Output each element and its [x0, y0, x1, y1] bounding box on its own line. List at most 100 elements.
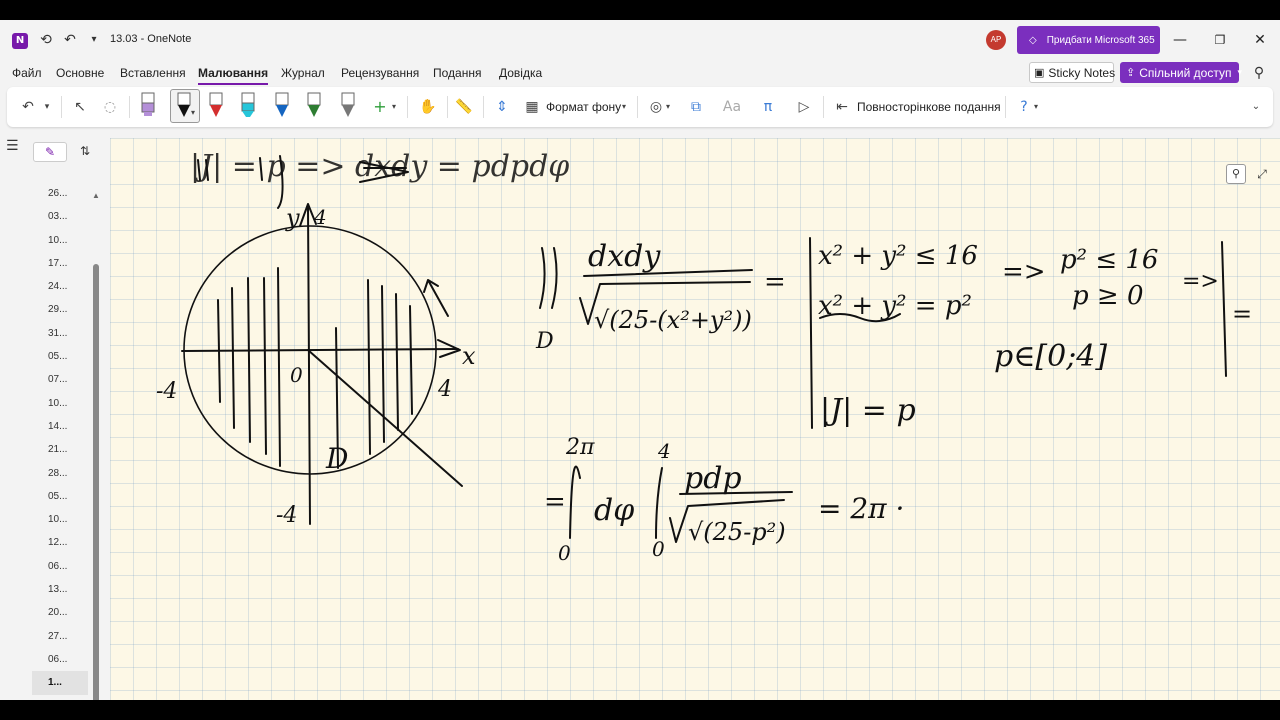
share-label: Спільний доступ — [1139, 65, 1232, 80]
page-list-item[interactable]: 10... — [32, 392, 88, 415]
select-pointer-icon[interactable]: ↖ — [69, 95, 91, 119]
page-list-item[interactable]: 27... — [32, 625, 88, 648]
page-list-item[interactable]: 31... — [32, 322, 88, 345]
background-format-dropdown-icon[interactable]: ▾ — [619, 95, 629, 119]
page-list-item[interactable]: 05... — [32, 485, 88, 508]
pen-blue-icon[interactable] — [273, 91, 291, 121]
lasso-select-icon[interactable]: ◌ — [99, 95, 121, 119]
hamburger-menu-icon[interactable]: ☰ — [6, 138, 19, 154]
page-format-icon[interactable]: ▦ — [523, 95, 541, 119]
page-list-item[interactable]: 17... — [32, 252, 88, 275]
minimize-icon[interactable]: — — [1170, 30, 1190, 50]
sticky-notes-button[interactable]: ▣ Sticky Notes — [1029, 62, 1115, 83]
close-icon[interactable]: ✕ — [1250, 30, 1270, 50]
ink-label-4: 4 — [437, 377, 452, 402]
buy-m365-button[interactable]: ◇ Придбати Microsoft 365 — [1017, 26, 1160, 54]
pen-red-icon[interactable] — [207, 91, 225, 121]
ink-origin: 0 — [290, 363, 303, 387]
separator — [61, 96, 62, 118]
undo-dropdown-icon[interactable]: ▾ — [41, 95, 53, 119]
back-icon[interactable]: ⟲ — [36, 30, 56, 50]
pencil-gray-icon[interactable] — [339, 91, 357, 121]
page-list-item[interactable]: 29... — [32, 298, 88, 321]
shapes-dropdown-icon[interactable]: ▾ — [663, 95, 673, 119]
page-list-item[interactable]: 28... — [32, 462, 88, 485]
ink-equals-right: = — [1232, 300, 1252, 328]
ink-to-math-icon[interactable]: π — [757, 95, 779, 119]
tab-home[interactable]: Основне — [56, 66, 104, 80]
restore-icon[interactable]: ❐ — [1210, 30, 1230, 50]
expand-diagonal-icon[interactable]: ⤢ — [1252, 164, 1272, 184]
scroll-up-icon[interactable]: ▲ — [92, 192, 100, 200]
help-dropdown-icon[interactable]: ▾ — [1031, 95, 1041, 119]
new-page-icon[interactable]: ✎ — [33, 142, 67, 162]
tab-insert[interactable]: Вставлення — [120, 66, 186, 80]
page-list-item[interactable]: 13... — [32, 578, 88, 601]
page-list-item[interactable]: 07... — [32, 368, 88, 391]
ink-label-neg4-y: -4 — [276, 503, 297, 528]
ink-axis-y-num: 4 — [313, 205, 327, 229]
ink-rotation-arrow — [423, 279, 449, 317]
page-list-item[interactable]: 14... — [32, 415, 88, 438]
ink-to-text-icon[interactable]: Aa — [721, 95, 743, 119]
page-list-item[interactable]: 20... — [32, 601, 88, 624]
tab-file[interactable]: Файл — [12, 66, 42, 80]
tab-help[interactable]: Довідка — [499, 66, 542, 80]
pen-green-icon[interactable] — [305, 91, 323, 121]
page-list-item[interactable]: 06... — [32, 648, 88, 671]
page-list-item[interactable]: 10... — [32, 229, 88, 252]
page-list-item[interactable]: 24... — [32, 275, 88, 298]
background-format-label[interactable]: Формат фону — [546, 95, 621, 119]
ink-integral-sub: D — [535, 329, 554, 354]
page-list-item[interactable]: 21... — [32, 438, 88, 461]
page-list-item[interactable]: 05... — [32, 345, 88, 368]
separator — [407, 96, 408, 118]
quick-access-dropdown-icon[interactable]: ▾ — [84, 30, 104, 50]
page-list-item[interactable]: 1... — [32, 671, 88, 695]
ink-integral-3 — [655, 467, 663, 539]
share-button[interactable]: ⇪ Спільний доступ ▾ — [1120, 62, 1242, 83]
onenote-logo-icon: N — [12, 33, 28, 49]
page-list-item[interactable]: 10... — [32, 508, 88, 531]
page-list-item[interactable]: 12... — [32, 531, 88, 554]
ink-integral3-den: √(25-p²) — [688, 518, 786, 546]
insert-space-icon[interactable]: ⇕ — [491, 95, 513, 119]
tab-draw[interactable]: Малювання — [198, 66, 269, 85]
ink-p-range: p∈[0;4] — [994, 339, 1107, 374]
ink-replay-icon[interactable]: ▷ — [793, 95, 815, 119]
ink-to-shape-icon[interactable]: ⧉ — [685, 95, 707, 119]
tab-review[interactable]: Рецензування — [341, 66, 419, 80]
ink-system-bar-right — [1221, 241, 1227, 377]
page-list-item[interactable]: 26... — [32, 182, 88, 205]
full-page-view-icon[interactable]: ⇤ — [833, 95, 851, 119]
undo-icon[interactable]: ↶ — [60, 30, 80, 50]
add-pen-icon[interactable]: + — [371, 95, 389, 119]
window-title: 13.03 - OneNote — [110, 33, 192, 45]
tab-view[interactable]: Подання — [433, 66, 481, 80]
ruler-icon[interactable]: 📏 — [453, 95, 475, 119]
full-page-view-label[interactable]: Повносторінкове подання — [857, 95, 1001, 119]
ribbon-expand-chevron-icon[interactable]: ⌄ — [1249, 95, 1263, 119]
page-list-item[interactable]: 03... — [32, 205, 88, 228]
ink-integral-den: √(25-(x²+y²)) — [594, 306, 752, 334]
page-list-scrollbar[interactable]: ▲ ▼ — [92, 192, 100, 700]
sort-icon[interactable]: ⇅ — [80, 144, 90, 158]
avatar[interactable]: AP — [986, 30, 1006, 50]
separator — [1005, 96, 1006, 118]
feedback-icon[interactable]: ⚲ — [1248, 62, 1270, 84]
highlighter-cyan-icon[interactable] — [239, 91, 257, 121]
tab-history[interactable]: Журнал — [281, 66, 325, 80]
note-canvas[interactable]: |J| = p => dxdy = pdpdφ y 4 x 4 -4 -4 0 … — [110, 138, 1280, 700]
add-pen-dropdown-icon[interactable]: ▾ — [389, 95, 399, 119]
ink-x-axis — [181, 348, 459, 352]
ink-integral-num: dxdy — [588, 239, 661, 274]
title-bar: N ⟲ ↶ ▾ 13.03 - OneNote AP ◇ Придбати Mi… — [0, 20, 1280, 60]
zoom-search-icon[interactable]: ⚲ — [1226, 164, 1246, 184]
page-list-item[interactable]: 06... — [32, 555, 88, 578]
scroll-thumb[interactable] — [93, 264, 99, 700]
ink-axis-y-label: y — [285, 204, 300, 232]
undo-tool-icon[interactable]: ↶ — [17, 95, 39, 119]
highlighter-purple-icon[interactable] — [139, 91, 157, 121]
pen-dropdown-icon[interactable]: ▾ — [188, 101, 198, 125]
pan-hand-icon[interactable]: ✋ — [417, 95, 439, 119]
